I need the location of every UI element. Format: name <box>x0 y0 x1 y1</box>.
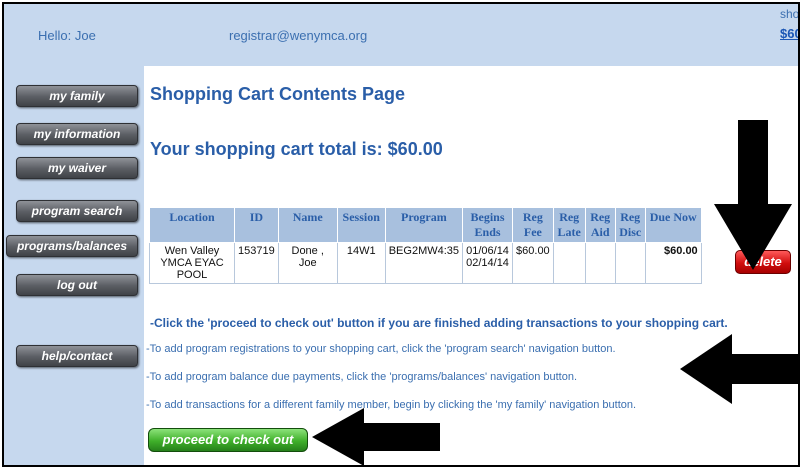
sidebar-item-log-out[interactable]: log out <box>16 274 138 296</box>
sidebar-item-my-family[interactable]: my family <box>16 85 138 107</box>
cell-reg-aid <box>584 242 616 284</box>
cell-id: 153719 <box>234 242 279 284</box>
sidebar-nav: my family my information my waiver progr… <box>4 66 144 465</box>
cart-table: Location ID Name Session Program Begins … <box>149 207 702 284</box>
cell-session: 14W1 <box>336 242 386 284</box>
column-header-session: Session <box>336 207 386 243</box>
cell-due-now: $60.00 <box>644 242 702 284</box>
page-title: Shopping Cart Contents Page <box>150 84 406 104</box>
registrar-email: registrar@wenymca.org <box>229 28 368 43</box>
cart-total-heading: Your shopping cart total is: $60.00 <box>150 139 443 159</box>
column-header-reg-disc: Reg Disc <box>614 207 646 243</box>
cell-reg-disc <box>614 242 646 284</box>
browser-page: Hello: Joe registrar@wenymca.org sho $60… <box>2 2 800 467</box>
sidebar-item-help-contact[interactable]: help/contact <box>16 345 138 367</box>
instruction-program-search: -To add program registrations to your sh… <box>146 343 616 355</box>
arrow-left-icon <box>312 408 440 465</box>
sidebar-item-my-waiver[interactable]: my waiver <box>16 157 138 179</box>
instruction-programs-balances: -To add program balance due payments, cl… <box>146 371 578 383</box>
table-row: Wen Valley YMCA EYAC POOL 153719 Done , … <box>149 242 702 284</box>
cell-program: BEG2MW4:35 <box>384 242 464 284</box>
column-header-reg-fee: Reg Fee <box>512 207 554 243</box>
shopping-cart-label: sho <box>780 7 800 21</box>
column-header-program: Program <box>384 207 464 243</box>
column-header-reg-late: Reg Late <box>552 207 586 243</box>
column-header-begins-ends: Begins Ends <box>462 207 514 243</box>
cart-table-header-row: Location ID Name Session Program Begins … <box>149 207 702 243</box>
column-header-id: ID <box>234 207 279 243</box>
column-header-due-now: Due Now <box>644 207 702 243</box>
checkout-instruction: -Click the 'proceed to check out' button… <box>150 316 728 330</box>
column-header-name: Name <box>277 207 338 243</box>
proceed-to-checkout-button[interactable]: proceed to check out <box>148 428 308 452</box>
cell-reg-fee: $60.00 <box>512 242 554 284</box>
top-bar: Hello: Joe registrar@wenymca.org sho $60 <box>4 4 798 66</box>
greeting: Hello: Joe <box>38 28 96 43</box>
cell-name: Done , Joe <box>277 242 338 284</box>
cell-location: Wen Valley YMCA EYAC POOL <box>149 242 235 284</box>
column-header-reg-aid: Reg Aid <box>584 207 616 243</box>
shopping-cart-amount-link[interactable]: $60 <box>780 26 798 41</box>
cell-reg-late <box>552 242 586 284</box>
cell-begins-ends: 01/06/14 02/14/14 <box>462 242 514 284</box>
main-content: Shopping Cart Contents Page Your shoppin… <box>144 66 798 465</box>
arrow-left-icon <box>680 334 798 404</box>
arrow-down-icon <box>714 120 792 270</box>
sidebar-item-my-information[interactable]: my information <box>16 123 138 145</box>
column-header-location: Location <box>149 207 235 243</box>
sidebar-item-program-search[interactable]: program search <box>16 200 138 222</box>
sidebar-item-programs-balances[interactable]: programs/balances <box>6 235 138 257</box>
